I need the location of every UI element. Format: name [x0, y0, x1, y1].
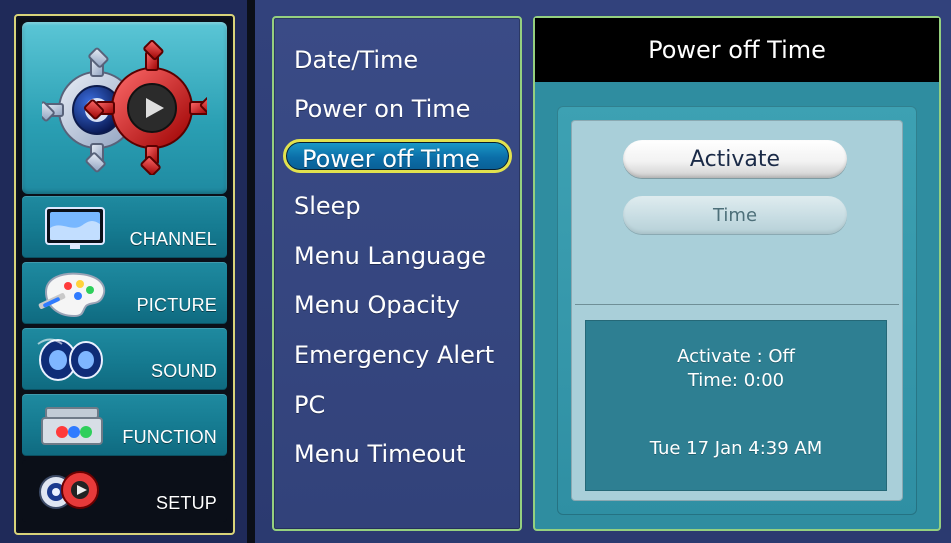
menu-item-menu-language[interactable]: Menu Language: [294, 239, 486, 273]
toolbox-icon: [28, 400, 116, 450]
tv-icon: [28, 202, 116, 252]
activate-button[interactable]: Activate: [623, 140, 847, 178]
status-time: Time: 0:00: [687, 370, 785, 391]
nav-label-picture: PICTURE: [136, 295, 217, 315]
left-nav: CHANNEL PICTURE SOUND FUNCTION SETUP: [22, 196, 227, 526]
speaker-icon: [28, 334, 116, 384]
setup-gears-icon: [42, 40, 207, 175]
details-panel: Power off Time Activate Time Activate : …: [533, 16, 941, 531]
nav-item-channel[interactable]: CHANNEL: [22, 196, 227, 258]
tv-setup-screen: CHANNEL PICTURE SOUND FUNCTION SETUP Dat…: [0, 0, 951, 543]
nav-label-sound: SOUND: [150, 361, 217, 381]
panel-divider: [247, 0, 255, 543]
setup-hero: [22, 22, 227, 194]
nav-label-channel: CHANNEL: [129, 229, 217, 249]
status-box: Activate : Off Time: 0:00 Tue 17 Jan 4:3…: [585, 320, 887, 491]
time-button[interactable]: Time: [623, 196, 847, 234]
details-frame-inner: Activate Time Activate : Off Time: 0:00 …: [571, 120, 903, 501]
nav-item-setup[interactable]: SETUP: [22, 460, 227, 522]
details-frame: Activate Time Activate : Off Time: 0:00 …: [557, 106, 917, 515]
menu-item-menu-timeout[interactable]: Menu Timeout: [294, 437, 466, 471]
status-activate: Activate : Off: [677, 346, 795, 367]
gears-icon: [28, 466, 116, 516]
left-navigation-panel: CHANNEL PICTURE SOUND FUNCTION SETUP: [14, 14, 235, 535]
nav-label-setup: SETUP: [155, 493, 217, 513]
palette-icon: [28, 268, 116, 318]
menu-item-emergency-alert[interactable]: Emergency Alert: [294, 338, 494, 372]
nav-item-function[interactable]: FUNCTION: [22, 394, 227, 456]
menu-item-menu-opacity[interactable]: Menu Opacity: [294, 288, 460, 322]
status-datetime: Tue 17 Jan 4:39 AM: [649, 438, 823, 459]
nav-item-picture[interactable]: PICTURE: [22, 262, 227, 324]
menu-item-power-on-time[interactable]: Power on Time: [294, 92, 470, 126]
setup-menu-panel: Date/Time Power on Time Power off Time S…: [272, 16, 522, 531]
menu-item-date-time[interactable]: Date/Time: [294, 43, 418, 77]
details-separator: [575, 304, 899, 305]
nav-item-sound[interactable]: SOUND: [22, 328, 227, 390]
menu-item-pc[interactable]: PC: [294, 388, 325, 422]
details-title: Power off Time: [535, 18, 939, 82]
menu-item-sleep[interactable]: Sleep: [294, 189, 361, 223]
nav-label-function: FUNCTION: [122, 427, 217, 447]
menu-item-power-off-time[interactable]: Power off Time: [283, 139, 512, 173]
